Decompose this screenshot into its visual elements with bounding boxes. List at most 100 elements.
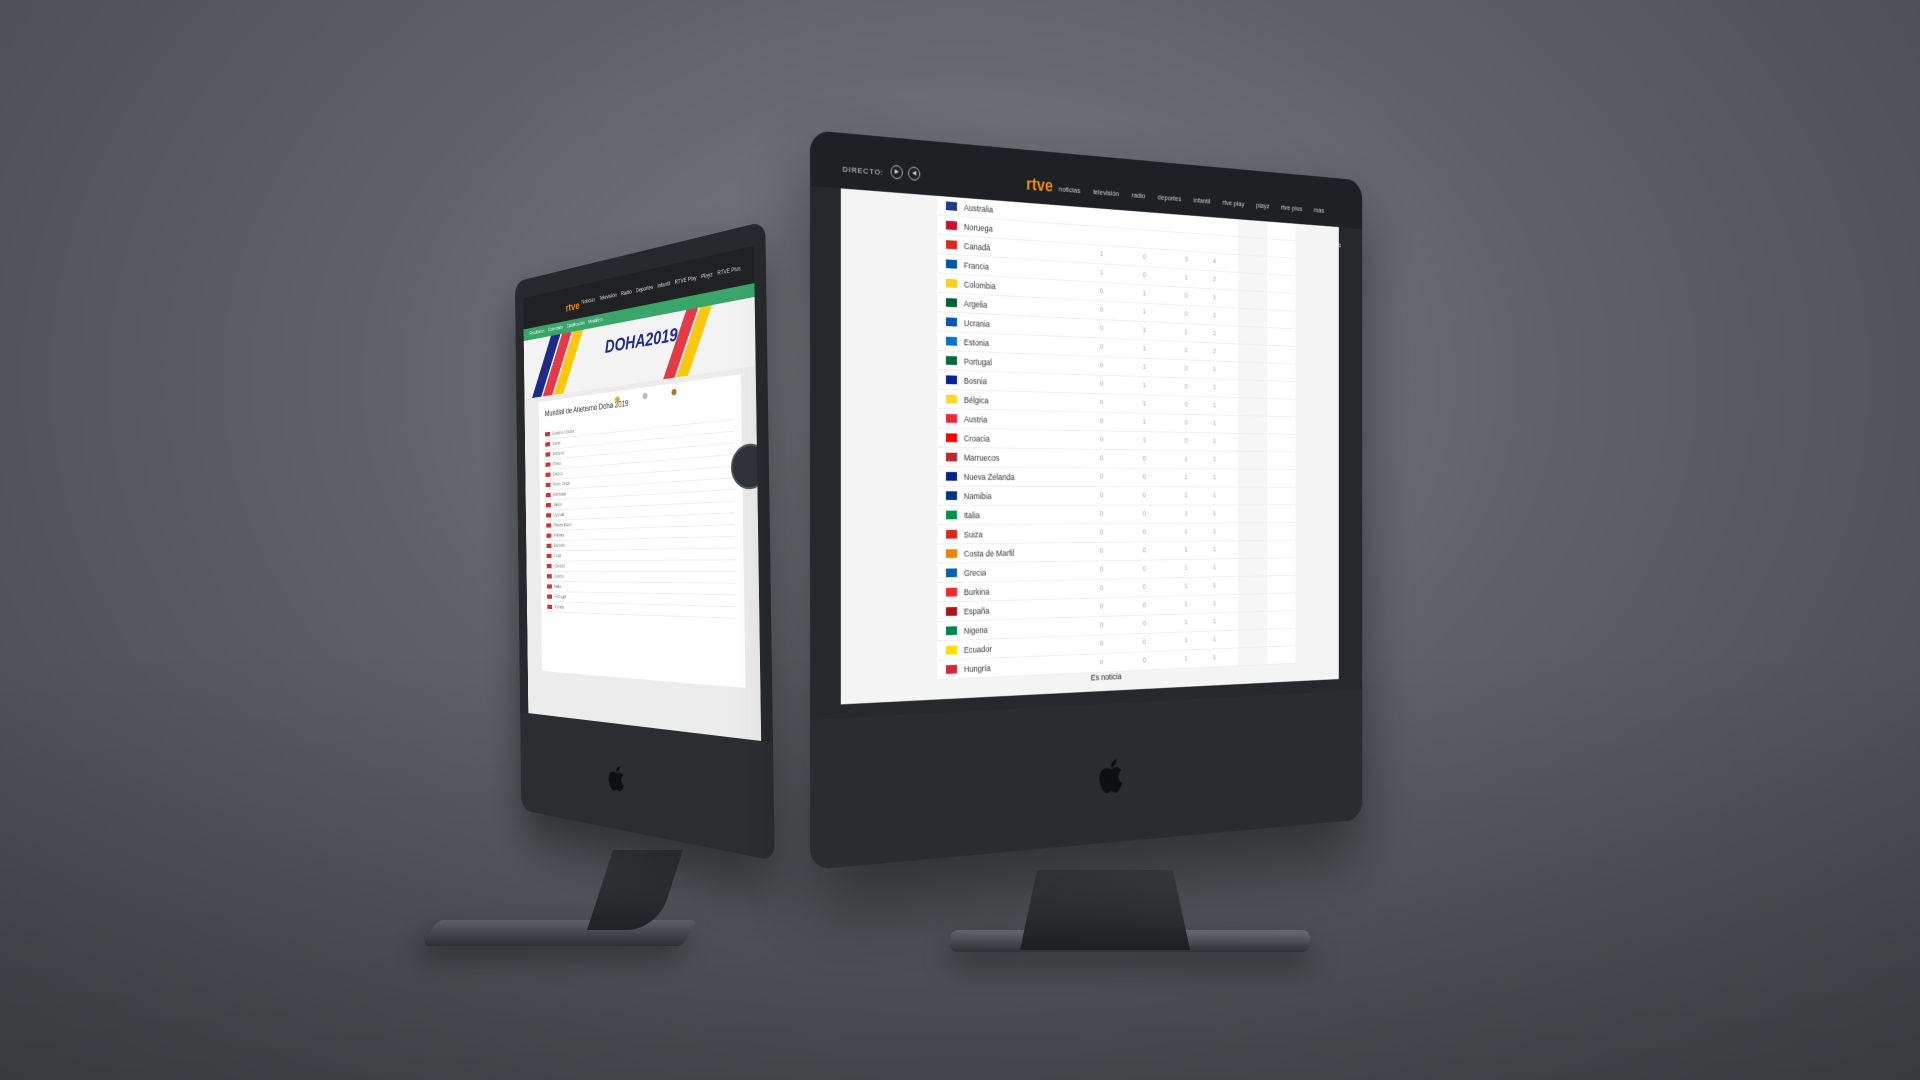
medal-count-s: 0 — [1137, 621, 1152, 628]
country-name: Polonia — [554, 533, 564, 538]
medal-count-g: 1 — [1094, 251, 1110, 259]
medal-count-t: 2 — [1207, 276, 1222, 283]
medal-count-b: 0 — [1179, 293, 1194, 300]
medal-count-t: 1 — [1207, 439, 1222, 446]
medal-count-g: 0 — [1094, 567, 1110, 574]
country-name: Portugal — [554, 594, 566, 599]
medal-count-t: 2 — [1207, 349, 1222, 356]
medal-count-t: 1 — [1207, 312, 1222, 319]
list-item: Canadá — [547, 560, 736, 572]
medal-count-b: 0 — [1179, 365, 1194, 372]
left-subnav-item[interactable]: Resultados — [530, 329, 545, 337]
medal-count-b: 0 — [1179, 311, 1194, 318]
right-logo[interactable]: rtve — [1026, 174, 1053, 196]
right-nav-item[interactable]: rtve play — [1222, 198, 1244, 208]
right-monitor-group: DIRECTO: ▶ ◀ rtve noticias televisión radi… — [800, 130, 1540, 970]
medal-count-b: 1 — [1179, 275, 1194, 282]
medal-count-t: 1 — [1207, 294, 1222, 301]
medal-count-t: 1 — [1207, 654, 1222, 661]
left-subnav-item[interactable]: Clasificación — [567, 321, 585, 330]
table-row: Nueva Zelanda 0 0 1 1 — [937, 467, 1295, 488]
country-name: Etiopía — [553, 471, 563, 477]
medal-count-s: 0 — [1137, 584, 1152, 591]
flag-icon — [946, 317, 957, 326]
medal-count-t — [1207, 243, 1222, 244]
medal-count-t: 1 — [1207, 457, 1222, 463]
medal-count-g: 0 — [1094, 325, 1110, 332]
right-monitor-chin — [810, 690, 1362, 870]
left-banner-title: DOHA2019 — [605, 325, 678, 359]
left-monitor-base — [422, 920, 697, 946]
flag-icon — [946, 337, 957, 346]
medal-count-s — [1137, 238, 1152, 239]
left-nav-item[interactable]: Infantil — [657, 281, 670, 289]
medal-count-t: 1 — [1207, 583, 1222, 590]
flag-icon — [545, 452, 550, 457]
country-name: Reino Unido — [553, 481, 570, 487]
medal-count-b: 1 — [1179, 619, 1194, 626]
medal-count-s: 0 — [1137, 456, 1152, 463]
left-nav-item[interactable]: Televisión — [599, 293, 617, 302]
right-nav-item[interactable]: radio — [1132, 191, 1146, 200]
country-name: Uganda — [553, 512, 564, 518]
medal-count-t: 1 — [1207, 493, 1222, 499]
medal-count-b: 0 — [1179, 420, 1194, 427]
right-nav-item[interactable]: infantil — [1193, 196, 1210, 206]
medal-count-g: 0 — [1094, 474, 1110, 481]
medal-count-s: 0 — [1137, 529, 1152, 536]
left-subnav-item[interactable]: Calendario — [548, 325, 563, 333]
right-nav-item[interactable]: playz — [1256, 201, 1269, 210]
flag-icon — [545, 462, 550, 467]
country-name: Japón — [553, 502, 561, 508]
left-nav-item[interactable]: Noticias — [581, 298, 595, 306]
medal-count-s — [1137, 220, 1152, 221]
flag-icon — [546, 513, 551, 517]
right-nav-item[interactable]: noticias — [1059, 185, 1081, 195]
left-nav-item[interactable]: RTVE Plus — [717, 266, 740, 277]
flag-icon — [946, 568, 957, 577]
medal-count-s: 1 — [1137, 364, 1152, 371]
country-name: Canadá — [554, 564, 565, 569]
left-nav-item[interactable]: Deportes — [636, 285, 653, 294]
flag-icon — [946, 665, 957, 674]
left-nav-item[interactable]: RTVE Play — [675, 276, 697, 286]
left-logo[interactable]: rtve — [566, 299, 580, 314]
medal-count-s: 1 — [1137, 382, 1152, 389]
flag-icon — [546, 493, 551, 498]
flag-icon — [546, 533, 551, 537]
medal-count-b: 1 — [1179, 583, 1194, 590]
country-name: Italia — [554, 584, 561, 589]
flag-icon — [946, 356, 957, 365]
flag-icon — [547, 554, 552, 558]
left-nav-item[interactable]: Radio — [621, 290, 632, 298]
flag-icon — [546, 544, 551, 548]
medal-count-s: 0 — [1137, 548, 1152, 555]
table-row: Namibia 0 0 1 1 — [937, 486, 1295, 505]
left-nav-item[interactable]: Playz — [701, 272, 712, 280]
right-nav-item[interactable]: rtve plus — [1281, 203, 1302, 213]
right-monitor-stand — [1020, 870, 1190, 950]
medal-count-b: 1 — [1179, 456, 1194, 463]
medal-count-t: 1 — [1207, 529, 1222, 535]
right-nav-item[interactable]: deportes — [1158, 193, 1182, 203]
play-tv-icon[interactable]: ▶ — [891, 165, 903, 180]
flag-icon — [946, 240, 957, 249]
flag-icon — [546, 523, 551, 527]
medal-count-b: 1 — [1179, 329, 1194, 336]
medal-count-b: 1 — [1179, 529, 1194, 535]
medal-count-b: 1 — [1179, 511, 1194, 517]
medal-count-g: 0 — [1094, 548, 1110, 555]
country-name: Alemania — [553, 491, 566, 497]
flag-icon — [546, 503, 551, 507]
medal-count-s: 0 — [1137, 272, 1152, 279]
right-nav-item[interactable]: televisión — [1093, 188, 1119, 198]
medal-count-b: 1 — [1179, 475, 1194, 481]
left-monitor-stand — [587, 850, 683, 930]
flag-icon — [946, 414, 957, 423]
medal-count-t: 1 — [1207, 403, 1222, 410]
play-radio-icon[interactable]: ◀ — [908, 166, 920, 181]
flag-icon — [946, 607, 957, 616]
left-subnav-item[interactable]: Medallero — [588, 317, 602, 325]
right-nav-item[interactable]: más — [1314, 206, 1325, 215]
medal-count-g: 0 — [1094, 362, 1110, 369]
